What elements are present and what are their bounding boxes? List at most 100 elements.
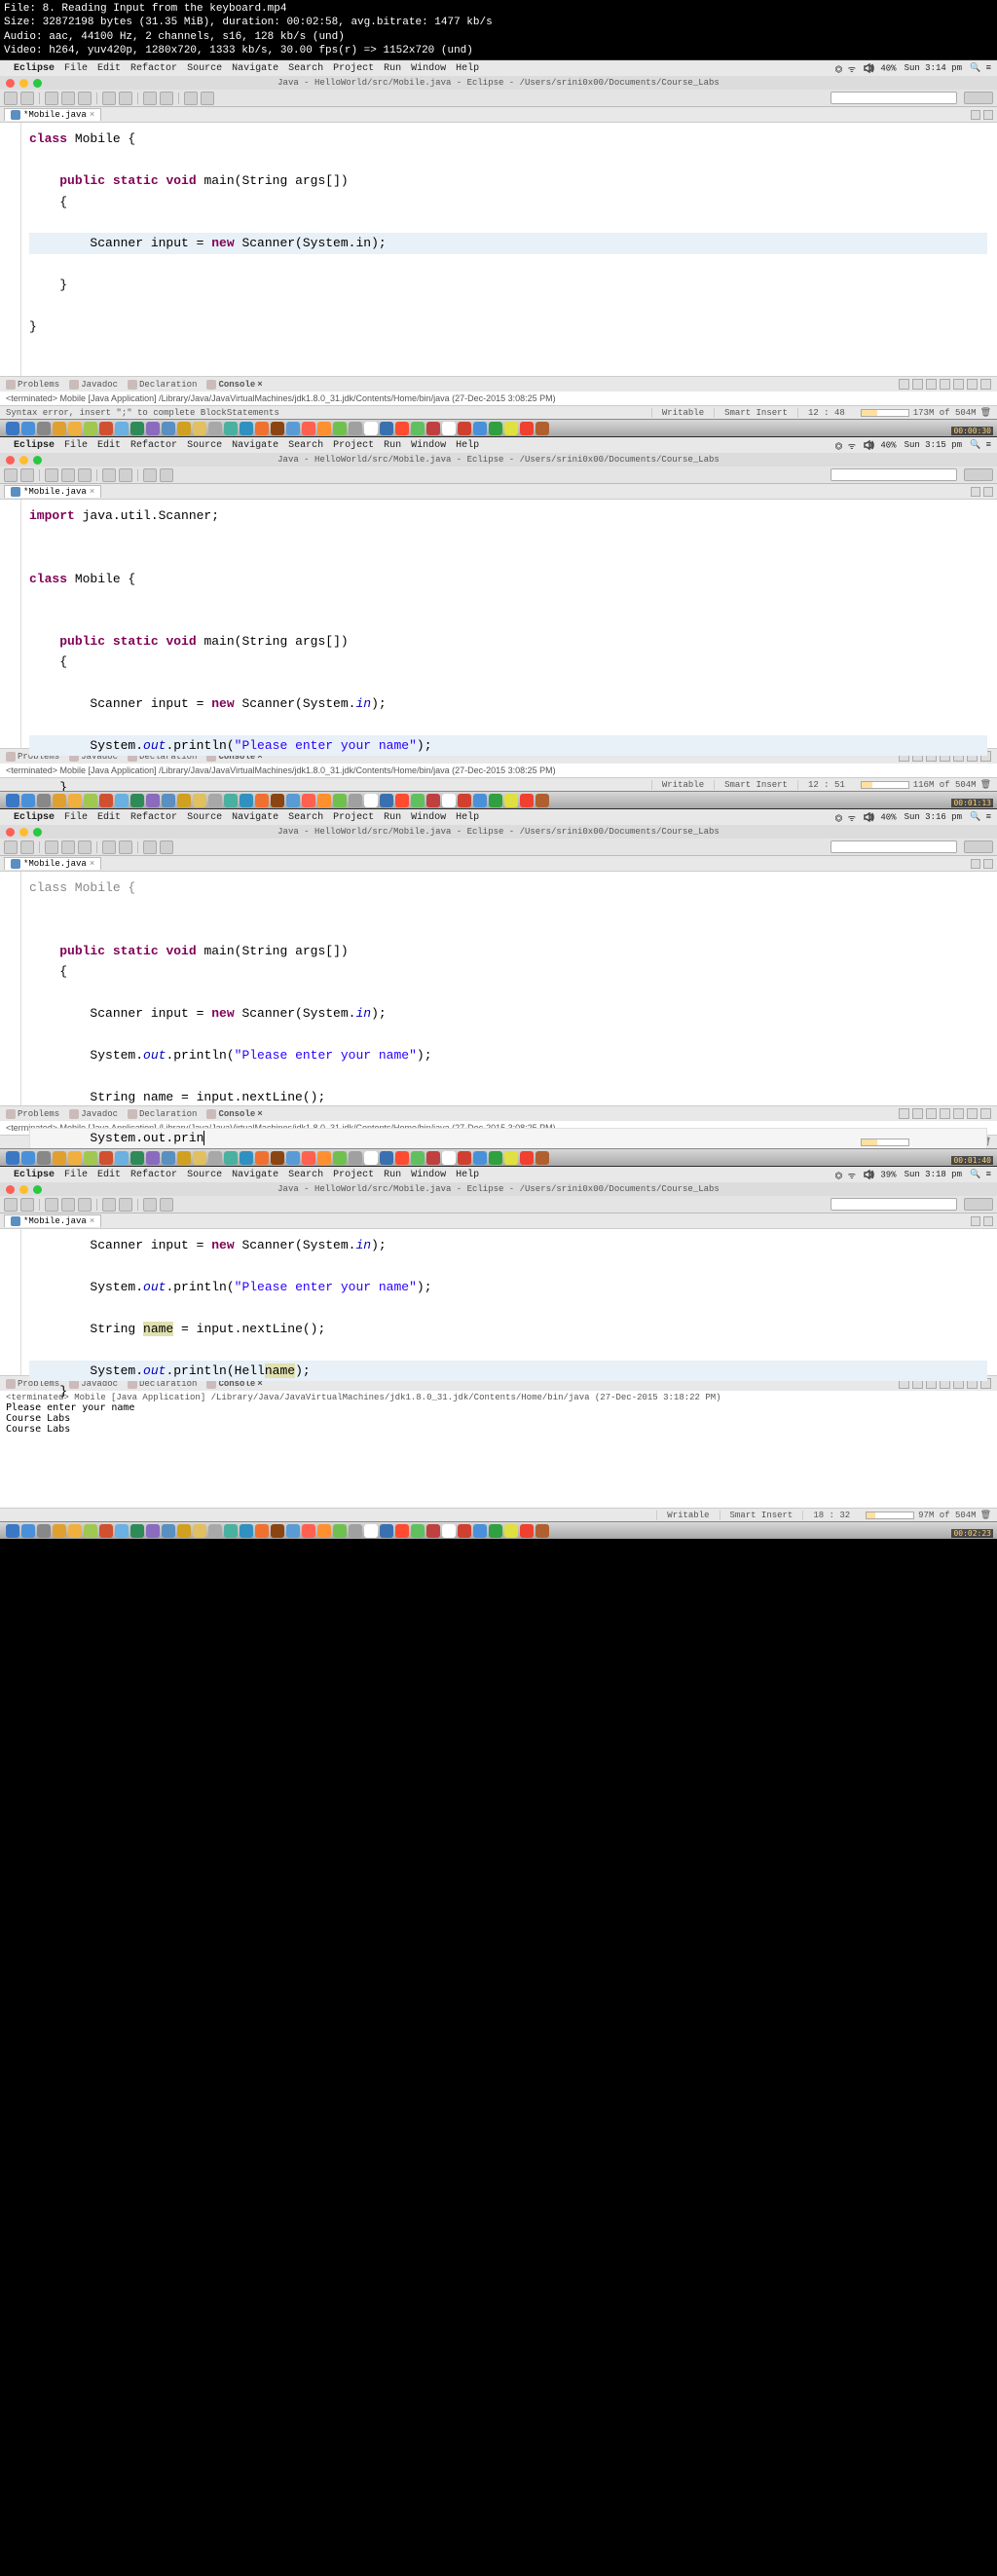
dock-app-icon[interactable] <box>442 1524 456 1538</box>
dock-app-icon[interactable] <box>68 1524 82 1538</box>
dock-app-icon[interactable] <box>68 422 82 435</box>
menu-edit[interactable]: Edit <box>97 63 121 74</box>
dock-app-icon[interactable] <box>240 794 253 807</box>
dock-app-icon[interactable] <box>68 1151 82 1165</box>
dock-app-icon[interactable] <box>317 422 331 435</box>
dock-app-icon[interactable] <box>255 1151 269 1165</box>
dock-app-icon[interactable] <box>68 794 82 807</box>
dock-app-icon[interactable] <box>380 422 393 435</box>
dock-app-icon[interactable] <box>177 1151 191 1165</box>
editor-tab-mobile[interactable]: *Mobile.java × <box>4 108 101 121</box>
dock-app-icon[interactable] <box>535 1524 549 1538</box>
menu-file[interactable]: File <box>64 440 88 451</box>
dock-app-icon[interactable] <box>130 794 144 807</box>
tab-javadoc[interactable]: Javadoc <box>69 380 118 390</box>
console-max-icon[interactable] <box>980 379 991 390</box>
eclipse-toolbar[interactable] <box>0 839 997 856</box>
dock-app-icon[interactable] <box>504 1151 518 1165</box>
menu-source[interactable]: Source <box>187 440 222 451</box>
dock-app-icon[interactable] <box>504 794 518 807</box>
console-min-icon[interactable] <box>967 379 978 390</box>
dock-app-icon[interactable] <box>255 794 269 807</box>
dock-app-icon[interactable] <box>177 794 191 807</box>
console-removeall-icon[interactable] <box>912 379 923 390</box>
dock-app-icon[interactable] <box>208 422 222 435</box>
minimize-view-icon[interactable] <box>971 110 980 120</box>
dock-app-icon[interactable] <box>302 794 315 807</box>
dock-app-icon[interactable] <box>224 1524 238 1538</box>
dock-app-icon[interactable] <box>380 1151 393 1165</box>
console-display-icon[interactable] <box>940 379 950 390</box>
quick-access-input[interactable] <box>831 840 957 853</box>
dock-app-icon[interactable] <box>426 422 440 435</box>
menu-run[interactable]: Run <box>384 440 401 451</box>
tb-back[interactable] <box>184 92 198 105</box>
dock-app-icon[interactable] <box>115 422 129 435</box>
dock-app-icon[interactable] <box>411 1524 425 1538</box>
dock-app-icon[interactable] <box>395 422 409 435</box>
menu-source[interactable]: Source <box>187 63 222 74</box>
dock-app-icon[interactable] <box>535 1151 549 1165</box>
dock-app-icon[interactable] <box>364 794 378 807</box>
dock-app-icon[interactable] <box>115 1151 129 1165</box>
dock-app-icon[interactable] <box>520 794 534 807</box>
dock-app-icon[interactable] <box>84 1524 97 1538</box>
dock-app-icon[interactable] <box>240 1524 253 1538</box>
menu-help[interactable]: Help <box>456 63 479 74</box>
traffic-lights[interactable] <box>6 456 42 465</box>
editor-tab-bar[interactable]: *Mobile.java× <box>0 1213 997 1229</box>
dock-app-icon[interactable] <box>411 794 425 807</box>
dock-app-icon[interactable] <box>333 1524 347 1538</box>
dock-app-icon[interactable] <box>271 1151 284 1165</box>
dock-app-icon[interactable] <box>130 1151 144 1165</box>
dock-app-icon[interactable] <box>193 422 206 435</box>
clock[interactable]: Sun 3:18 pm <box>905 1170 962 1179</box>
dock-app-icon[interactable] <box>458 422 471 435</box>
code-editor[interactable]: class Mobile { public static void main(S… <box>0 123 997 376</box>
dock-app-icon[interactable] <box>349 422 362 435</box>
dock-app-icon[interactable] <box>333 1151 347 1165</box>
tb-new[interactable] <box>4 92 18 105</box>
eclipse-toolbar[interactable] <box>0 467 997 484</box>
mac-menubar[interactable]: Eclipse File Edit Refactor Source Naviga… <box>0 60 997 76</box>
dock-app-icon[interactable] <box>21 422 35 435</box>
dock-app-icon[interactable] <box>426 794 440 807</box>
menu-project[interactable]: Project <box>333 63 374 74</box>
dock-app-icon[interactable] <box>442 1151 456 1165</box>
dock-app-icon[interactable] <box>53 422 66 435</box>
tb-run[interactable] <box>61 92 75 105</box>
tb-ext[interactable] <box>78 92 92 105</box>
dock-app-icon[interactable] <box>349 794 362 807</box>
dock-app-icon[interactable] <box>333 422 347 435</box>
menu-refactor[interactable]: Refactor <box>130 63 177 74</box>
menu-window[interactable]: Window <box>411 63 446 74</box>
volume-icon[interactable]: 40% <box>864 63 897 73</box>
dock-app-icon[interactable] <box>411 1151 425 1165</box>
dock-app-icon[interactable] <box>162 1151 175 1165</box>
dock-app-icon[interactable] <box>395 1524 409 1538</box>
dock-app-icon[interactable] <box>224 422 238 435</box>
menu-project[interactable]: Project <box>333 440 374 451</box>
editor-tab-mobile[interactable]: *Mobile.java× <box>4 857 101 870</box>
dock-app-icon[interactable] <box>37 794 51 807</box>
macos-dock[interactable]: 00:01:40 <box>0 1148 997 1166</box>
menu-window[interactable]: Window <box>411 440 446 451</box>
dock-app-icon[interactable] <box>193 1524 206 1538</box>
dock-app-icon[interactable] <box>177 1524 191 1538</box>
dock-app-icon[interactable] <box>489 422 502 435</box>
tab-declaration[interactable]: Declaration <box>128 380 197 390</box>
dock-app-icon[interactable] <box>442 794 456 807</box>
dock-app-icon[interactable] <box>240 1151 253 1165</box>
dock-app-icon[interactable] <box>115 1524 129 1538</box>
macos-dock[interactable]: 00:02:23 <box>0 1521 997 1539</box>
dock-app-icon[interactable] <box>21 1524 35 1538</box>
dock-app-icon[interactable] <box>286 1151 300 1165</box>
dock-app-icon[interactable] <box>177 422 191 435</box>
tb-search[interactable] <box>143 92 157 105</box>
macos-dock[interactable]: 00:00:30 <box>0 419 997 436</box>
dock-app-icon[interactable] <box>193 794 206 807</box>
tb-fwd[interactable] <box>201 92 214 105</box>
dock-app-icon[interactable] <box>520 1151 534 1165</box>
maximize-view-icon[interactable] <box>983 110 993 120</box>
dock-app-icon[interactable] <box>271 1524 284 1538</box>
